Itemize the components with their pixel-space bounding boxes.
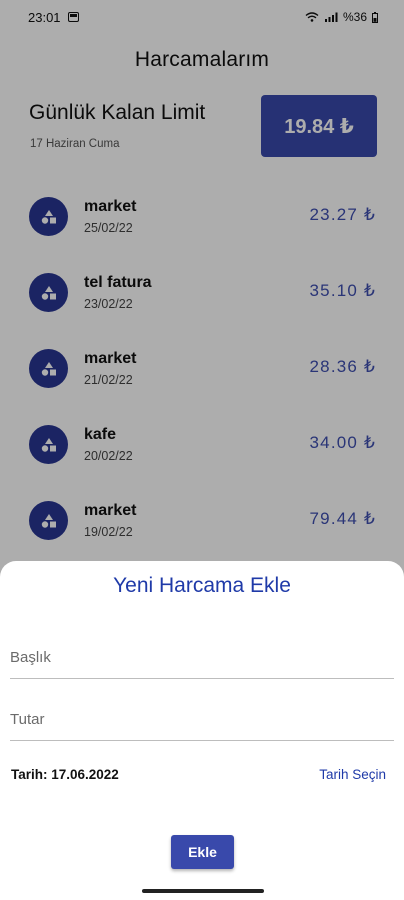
title-input[interactable] — [10, 627, 394, 678]
add-button[interactable]: Ekle — [171, 835, 234, 869]
home-indicator[interactable] — [142, 889, 264, 893]
add-expense-sheet: Yeni Harcama Ekle Tarih: 17.06.2022 Tari… — [0, 561, 404, 900]
title-field[interactable] — [10, 627, 394, 679]
selected-date: Tarih: 17.06.2022 — [11, 767, 119, 782]
pick-date-button[interactable]: Tarih Seçin — [319, 767, 386, 782]
amount-input[interactable] — [10, 689, 394, 740]
amount-field[interactable] — [10, 689, 394, 741]
app-screen: 23:01 %36 Harcamalarım Günlük Kalan Limi… — [0, 0, 404, 900]
sheet-title: Yeni Harcama Ekle — [113, 574, 291, 597]
